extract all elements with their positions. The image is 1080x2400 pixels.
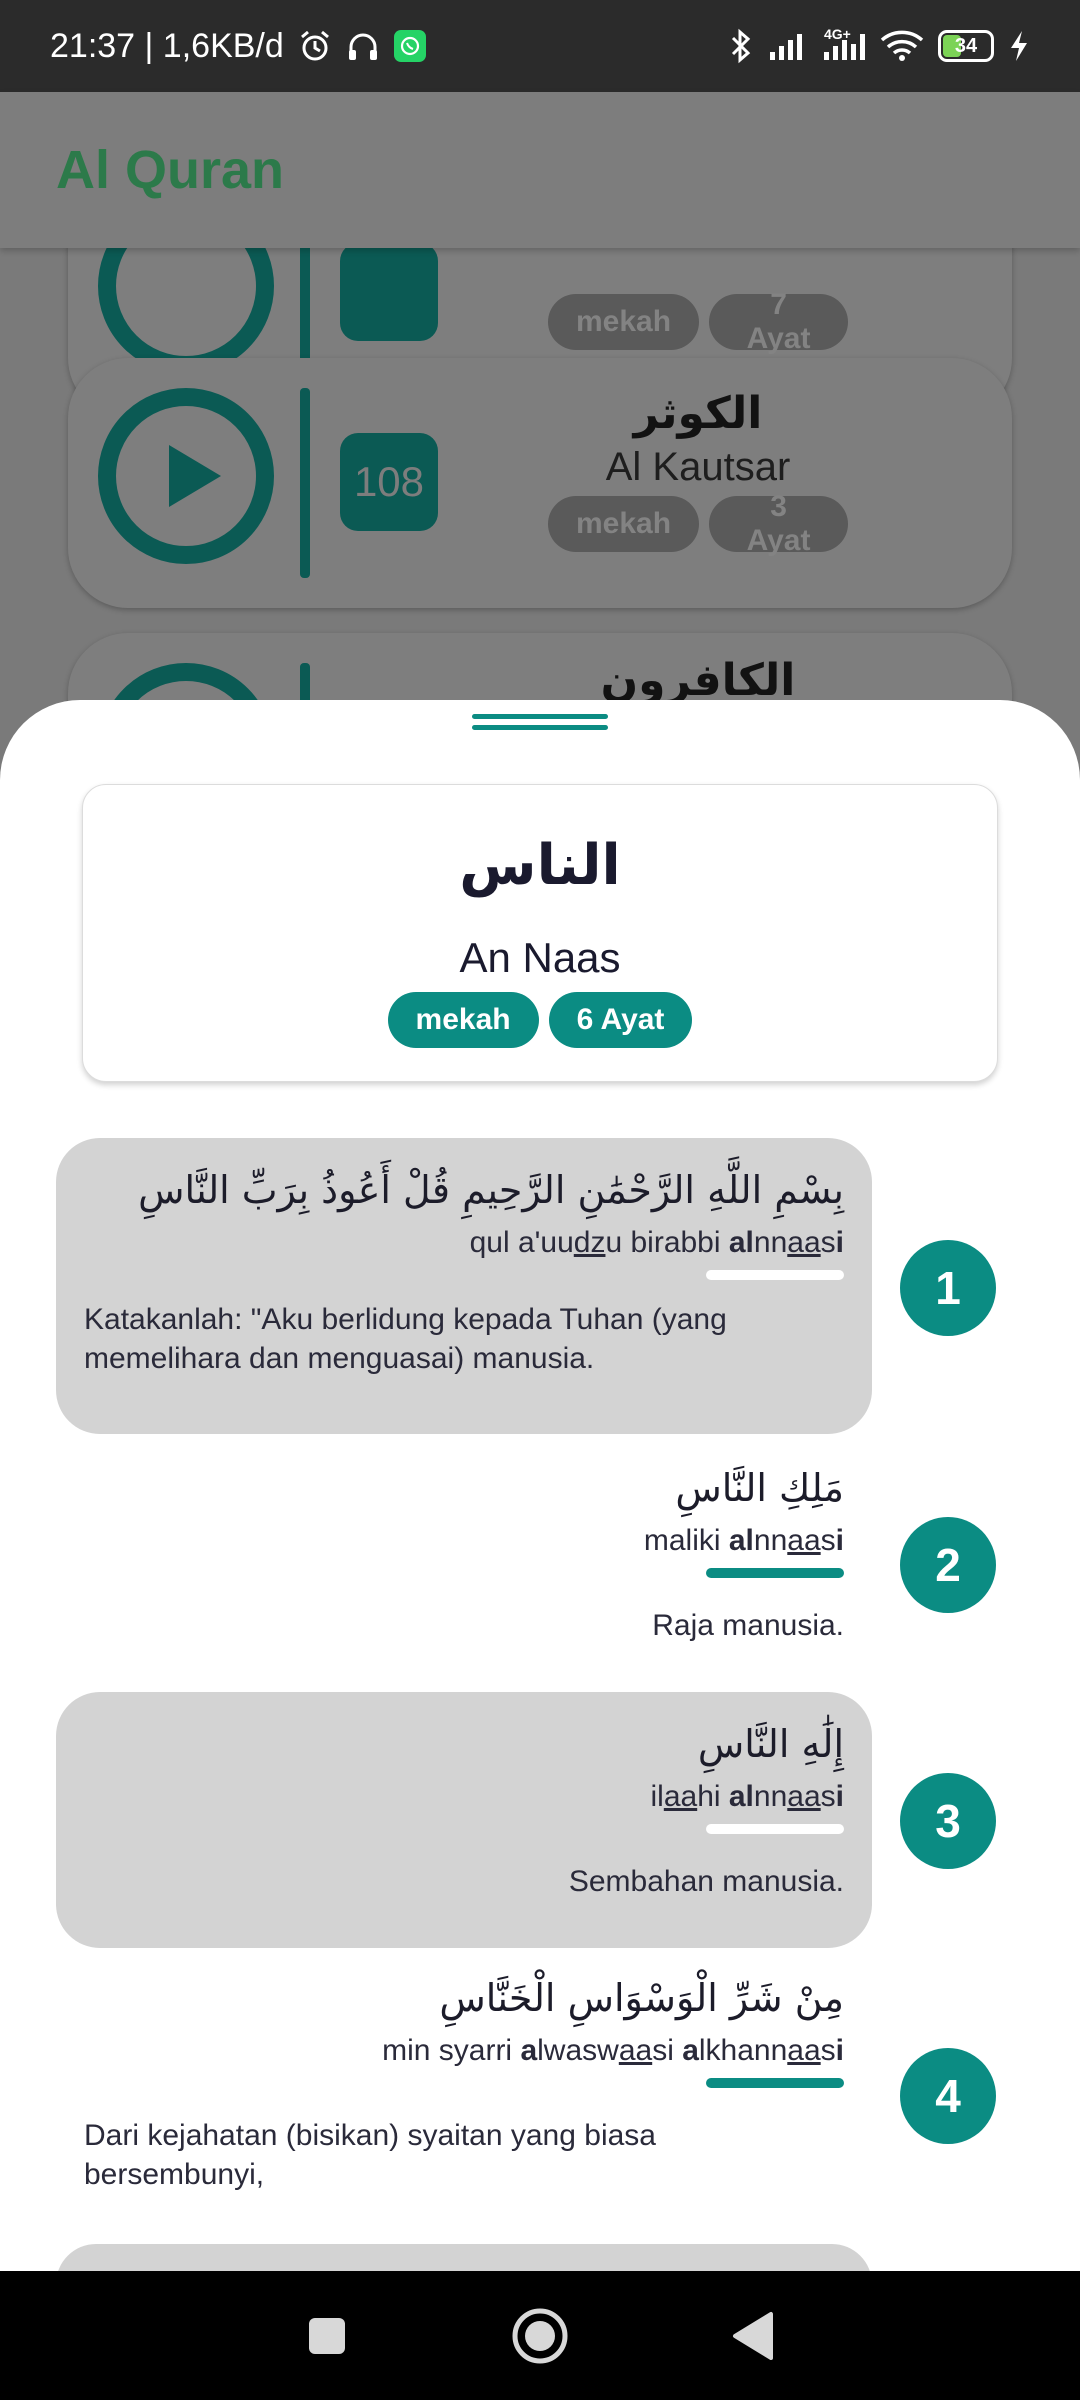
ayah-item-5[interactable] bbox=[56, 2244, 872, 2271]
ayah-arabic: مَلِكِ النَّاسِ bbox=[675, 1466, 844, 1510]
alarm-icon bbox=[298, 29, 332, 63]
ayah-translation: Raja manusia. bbox=[652, 1609, 844, 1642]
bluetooth-icon bbox=[728, 28, 754, 64]
back-triangle-icon bbox=[733, 2311, 774, 2360]
surah-card-al-kautsar[interactable]: 108 الكوثر Al Kautsar mekah 3 Ayat bbox=[68, 358, 1012, 608]
play-icon[interactable] bbox=[98, 248, 274, 374]
status-bar: 21:37 | 1,6KB/d 4G+ 34 bbox=[0, 0, 1080, 92]
surah-info: الكافرون bbox=[548, 655, 848, 706]
surah-detail-sheet: الناس An Naas mekah 6 Ayat بِسْمِ اللَّه… bbox=[0, 700, 1080, 2271]
headphones-icon bbox=[346, 29, 380, 63]
signal-4g-icon: 4G+ bbox=[822, 26, 866, 62]
ayah-translation: Katakanlah: "Aku berlidung kepada Tuhan … bbox=[84, 1303, 727, 1375]
surah-number-badge: 108 bbox=[340, 433, 438, 531]
ayah-arabic: بِسْمِ اللَّهِ الرَّحْمَٰنِ الرَّحِيمِ ق… bbox=[138, 1168, 844, 1212]
surah-arabic-name: الكوثر bbox=[633, 388, 763, 439]
ayah-transliteration: ilaahi alnnaasi bbox=[650, 1780, 844, 1813]
surah-latin-name: Al Kautsar bbox=[605, 445, 791, 489]
place-tag: mekah bbox=[548, 294, 700, 350]
audio-progress-bar bbox=[706, 1824, 844, 1834]
audio-progress-bar bbox=[706, 1270, 844, 1280]
wifi-icon bbox=[880, 30, 924, 62]
ayah-number-3[interactable]: 3 bbox=[900, 1773, 996, 1869]
surah-latin-title: An Naas bbox=[459, 934, 621, 981]
ayah-number-4[interactable]: 4 bbox=[900, 2048, 996, 2144]
audio-progress-bar bbox=[706, 1568, 844, 1578]
divider bbox=[300, 388, 310, 578]
app-title: Al Quran bbox=[56, 140, 285, 200]
ayat-count-tag: 7 Ayat bbox=[709, 288, 848, 355]
ayah-number-1[interactable]: 1 bbox=[900, 1240, 996, 1336]
signal-icon bbox=[768, 30, 808, 62]
surah-number-badge bbox=[340, 248, 438, 341]
home-button[interactable] bbox=[505, 2301, 575, 2371]
ayah-transliteration: qul a'uudzu birabbi alnnaasi bbox=[469, 1226, 844, 1259]
place-tag: mekah bbox=[548, 496, 700, 552]
home-circle-icon bbox=[512, 2308, 568, 2363]
square-icon bbox=[308, 2317, 345, 2354]
surah-arabic-title: الناس bbox=[459, 833, 621, 898]
ayah-arabic: إِلَٰهِ النَّاسِ bbox=[697, 1722, 844, 1766]
surah-info: الكوثر Al Kautsar mekah 3 Ayat bbox=[548, 388, 848, 557]
app-bar: Al Quran bbox=[0, 92, 1080, 248]
ayah-transliteration: min syarri alwaswaasi alkhannaasi bbox=[382, 2034, 844, 2067]
ayah-item-2[interactable]: مَلِكِ النَّاسِ maliki alnnaasi Raja man… bbox=[56, 1466, 872, 1642]
whatsapp-icon bbox=[393, 30, 426, 62]
ayah-arabic: مِنْ شَرِّ الْوَسْوَاسِ الْخَنَّاسِ bbox=[439, 1976, 844, 2020]
surah-info: mekah 7 Ayat bbox=[548, 288, 848, 355]
ayah-transliteration: maliki alnnaasi bbox=[643, 1524, 844, 1557]
back-button[interactable] bbox=[718, 2301, 788, 2371]
ayah-item-1[interactable]: بِسْمِ اللَّهِ الرَّحْمَٰنِ الرَّحِيمِ ق… bbox=[56, 1138, 872, 1434]
ayat-count-tag: 3 Ayat bbox=[709, 490, 848, 557]
ayah-number-2[interactable]: 2 bbox=[900, 1517, 996, 1613]
ayat-count-tag: 6 Ayat bbox=[548, 992, 693, 1048]
ayah-item-4[interactable]: مِنْ شَرِّ الْوَسْوَاسِ الْخَنَّاسِ min … bbox=[56, 1976, 872, 2212]
battery-icon: 34 bbox=[938, 30, 994, 62]
drag-handle[interactable] bbox=[472, 714, 608, 736]
ayah-translation: Dari kejahatan (bisikan) syaitan yang bi… bbox=[84, 2119, 656, 2191]
surah-arabic-name: الكافرون bbox=[600, 655, 796, 706]
system-nav-bar bbox=[0, 2271, 1080, 2400]
surah-header-card: الناس An Naas mekah 6 Ayat bbox=[82, 784, 998, 1082]
charging-icon bbox=[1008, 29, 1030, 63]
play-icon[interactable] bbox=[98, 388, 274, 564]
recents-button[interactable] bbox=[292, 2301, 362, 2371]
audio-progress-bar bbox=[706, 2078, 844, 2088]
ayah-item-3[interactable]: إِلَٰهِ النَّاسِ ilaahi alnnaasi Sembaha… bbox=[56, 1692, 872, 1948]
ayah-translation: Sembahan manusia. bbox=[568, 1865, 844, 1898]
place-tag: mekah bbox=[387, 992, 539, 1048]
status-time: 21:37 | 1,6KB/d bbox=[50, 26, 284, 65]
